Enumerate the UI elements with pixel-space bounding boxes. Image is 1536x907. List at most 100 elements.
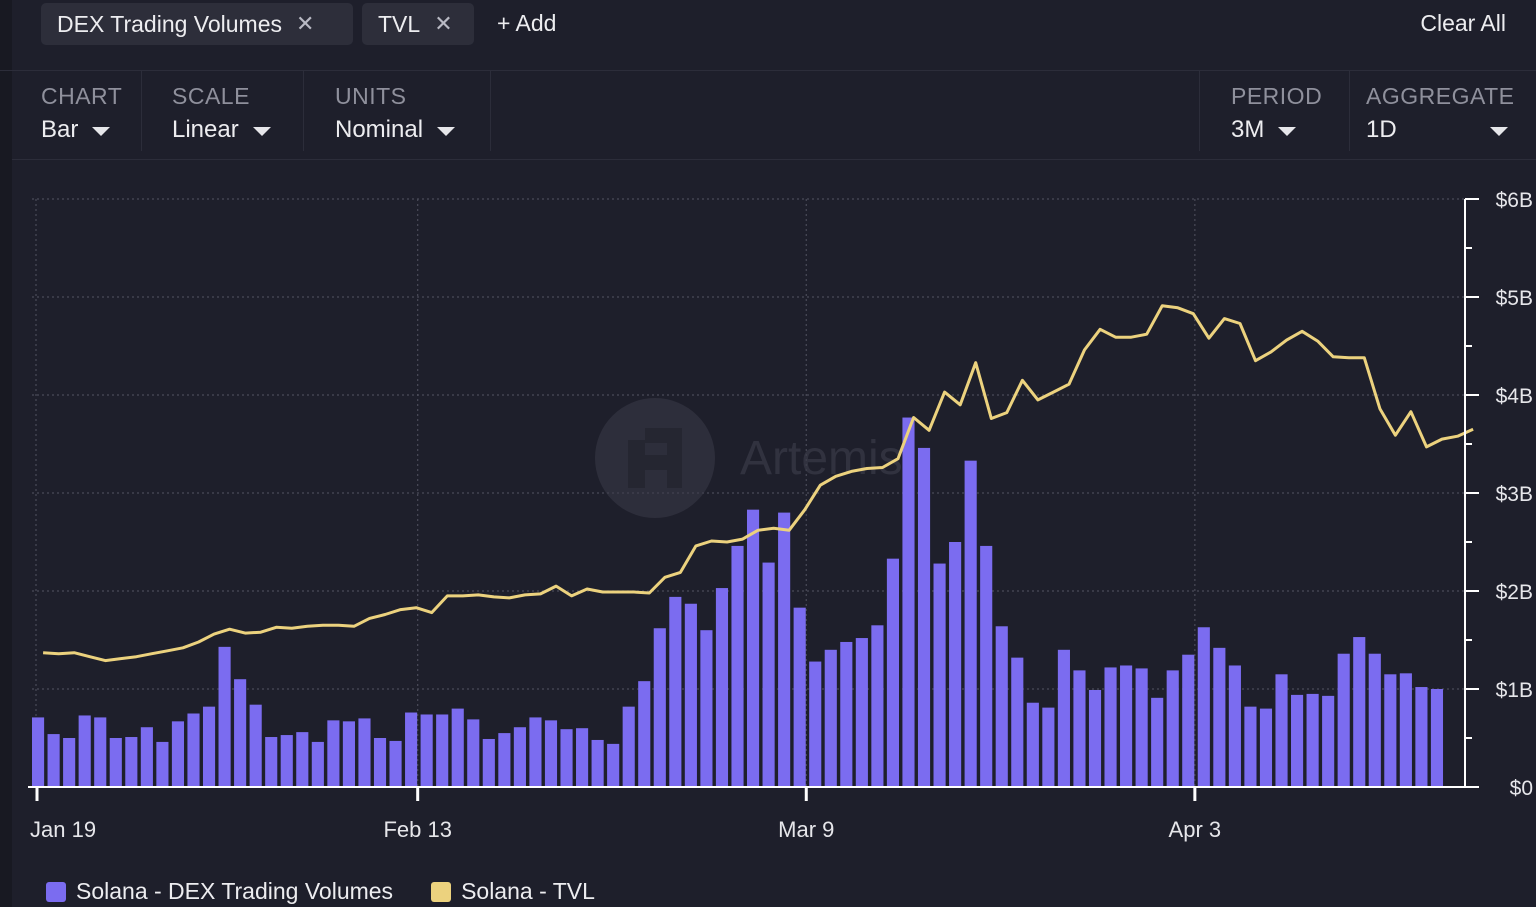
legend-label: Solana - DEX Trading Volumes	[76, 878, 394, 904]
bar	[669, 596, 682, 787]
bar	[933, 563, 946, 787]
bar	[1368, 653, 1381, 787]
divider	[1199, 71, 1200, 151]
bar	[529, 717, 542, 787]
bar	[482, 738, 495, 787]
bar	[1073, 670, 1086, 787]
clear-all-button[interactable]: Clear All	[1420, 10, 1506, 37]
bar	[405, 712, 418, 787]
legend-swatch	[46, 881, 66, 902]
x-tick-label: Apr 3	[1169, 817, 1222, 842]
bar	[1120, 665, 1133, 787]
bar	[964, 460, 977, 787]
y-axis: $0 $1B $2B $3B $4B $5B $6B	[1464, 189, 1533, 800]
bar	[32, 717, 45, 787]
add-button[interactable]: + Add	[497, 10, 556, 37]
watermark-text: Artemis	[740, 432, 903, 485]
divider	[490, 71, 491, 151]
bar	[1291, 694, 1304, 787]
units-value: Nominal	[335, 116, 424, 143]
legend-swatch	[431, 881, 452, 902]
y-tick-label: $1B	[1496, 679, 1533, 702]
bar	[1384, 674, 1397, 787]
bar	[886, 558, 900, 787]
aggregate-value: 1D	[1366, 116, 1397, 143]
chevron-down-icon	[437, 126, 456, 136]
divider	[303, 71, 304, 151]
bar	[1259, 708, 1273, 787]
bar	[1104, 667, 1117, 787]
bar	[498, 733, 511, 787]
y-tick-label: $3B	[1496, 483, 1533, 506]
y-tick-label: $2B	[1496, 581, 1533, 604]
period-select[interactable]: PERIOD 3M	[1231, 71, 1322, 151]
scale-select[interactable]: SCALE Linear	[172, 71, 271, 151]
bar	[560, 729, 573, 787]
legend-item-dex-volumes[interactable]: Solana - DEX Trading Volumes	[46, 878, 393, 905]
x-tick-label: Feb 13	[383, 817, 452, 842]
bar	[871, 625, 884, 787]
bar	[1213, 647, 1226, 787]
bar	[389, 740, 402, 787]
bar	[171, 721, 185, 787]
remove-icon[interactable]: ✕	[434, 11, 452, 37]
chevron-down-icon	[92, 126, 111, 136]
bar	[47, 734, 60, 787]
legend-item-tvl[interactable]: Solana - TVL	[431, 878, 595, 905]
bar	[265, 737, 278, 787]
bar	[1042, 707, 1055, 787]
bar	[607, 743, 620, 787]
bar	[995, 626, 1008, 787]
bar	[715, 588, 729, 787]
chart-controls: CHART Bar SCALE Linear UNITS Nominal PER…	[12, 71, 1536, 160]
bar	[855, 638, 868, 787]
bar	[1322, 695, 1335, 787]
filter-bar: DEX Trading Volumes ✕ TVL ✕ + Add Clear …	[0, 0, 1536, 71]
tag-label: TVL	[378, 10, 421, 37]
tag-tvl[interactable]: TVL ✕	[362, 3, 474, 45]
y-tick-label: $6B	[1496, 189, 1533, 212]
bar	[202, 706, 216, 787]
bar	[731, 545, 744, 787]
bar	[1337, 653, 1350, 787]
remove-icon[interactable]: ✕	[296, 11, 314, 37]
bar	[1415, 687, 1428, 787]
bar	[1088, 689, 1102, 787]
bar	[917, 447, 931, 787]
bar	[451, 708, 464, 787]
bar	[436, 714, 449, 787]
x-tick-label: Mar 9	[778, 817, 834, 842]
bar	[700, 630, 713, 787]
bar	[762, 562, 775, 787]
bar	[1228, 665, 1241, 787]
units-select[interactable]: UNITS Nominal	[335, 71, 456, 151]
bar	[591, 739, 604, 787]
bar-series	[32, 417, 1444, 787]
bar	[622, 706, 635, 787]
period-label: PERIOD	[1231, 83, 1323, 109]
y-tick-label: $0	[1510, 777, 1533, 800]
bar	[187, 713, 200, 787]
tag-dex-trading-volumes[interactable]: DEX Trading Volumes ✕	[41, 3, 353, 45]
bar	[156, 741, 169, 787]
bar	[249, 704, 262, 787]
bar	[358, 718, 371, 787]
legend: Solana - DEX Trading Volumes Solana - TV…	[46, 878, 595, 905]
bar	[467, 719, 480, 787]
y-tick-label: $5B	[1496, 287, 1533, 310]
bar	[1399, 673, 1412, 787]
units-label: UNITS	[335, 83, 407, 109]
period-value: 3M	[1231, 116, 1265, 143]
legend-label: Solana - TVL	[461, 878, 595, 904]
chart-type-select[interactable]: CHART Bar	[41, 71, 122, 151]
chevron-down-icon	[252, 126, 271, 136]
bar	[1275, 674, 1288, 787]
bar	[311, 741, 324, 787]
bar	[1353, 637, 1366, 787]
aggregate-select[interactable]: AGGREGATE 1D	[1366, 71, 1515, 151]
chevron-down-icon	[1278, 126, 1297, 136]
bar	[902, 417, 915, 787]
aggregate-label: AGGREGATE	[1366, 83, 1515, 109]
bar	[78, 715, 91, 787]
bar	[684, 603, 697, 787]
